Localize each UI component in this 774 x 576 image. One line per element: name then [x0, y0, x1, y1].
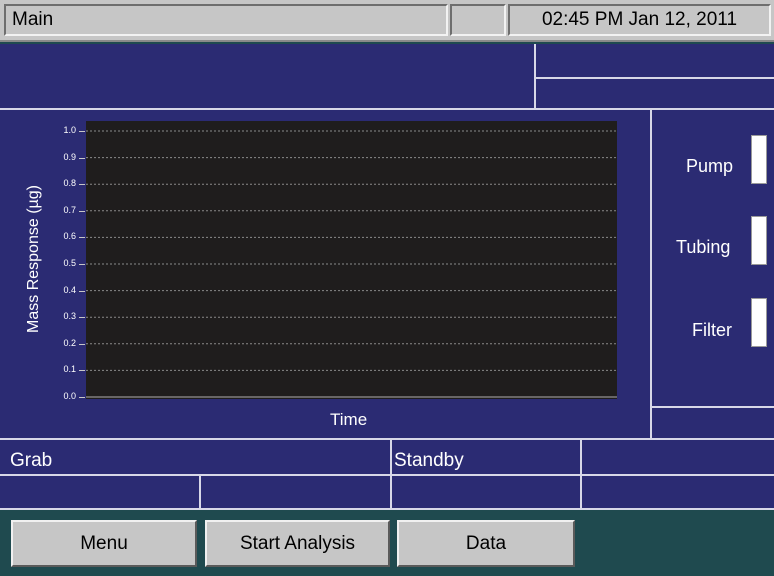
y-tick-mark: [79, 370, 85, 372]
y-axis-ticks: 0.0 0.1 0.2 0.3 0.4 0.5 0.6 0.7 0.8 0.9 1.0: [0, 0, 86, 438]
y-tick-mark: [79, 237, 85, 239]
chart-svg: [86, 130, 617, 398]
y-tick-mark: [79, 397, 85, 398]
y-tick-mark: [79, 317, 85, 319]
datetime-display: 02:45 PM Jan 12, 2011: [508, 4, 771, 36]
info-grid: [0, 438, 774, 510]
title-bar: Main 02:45 PM Jan 12, 2011: [0, 0, 774, 42]
filter-label: Filter: [692, 320, 732, 340]
divider: [652, 406, 774, 408]
y-tick-mark: [79, 343, 85, 345]
y-tick-mark: [79, 264, 85, 265]
divider: [536, 77, 774, 79]
y-tick-label: 0.8: [63, 178, 76, 189]
y-tick-label: 0.6: [63, 231, 76, 242]
filter-status-indicator: [751, 298, 767, 347]
y-tick-label: 0.9: [63, 151, 76, 162]
divider: [580, 440, 582, 510]
divider: [0, 508, 774, 510]
tubing-label: Tubing: [676, 237, 731, 257]
state-value: Standby: [394, 450, 464, 471]
pump-status-indicator: [751, 135, 767, 184]
divider: [0, 474, 774, 476]
y-tick-label: 0.1: [63, 364, 76, 375]
divider: [199, 476, 201, 510]
y-tick-mark: [79, 157, 85, 159]
y-tick-label: 0.3: [63, 311, 76, 322]
y-tick-label: 0.0: [63, 391, 76, 401]
y-tick-mark: [79, 290, 85, 292]
y-tick-label: 0.4: [63, 284, 76, 295]
y-tick-mark: [79, 131, 85, 132]
y-tick-label: 0.5: [63, 258, 76, 268]
menu-button[interactable]: Menu: [11, 520, 197, 567]
tubing-status-indicator: [751, 216, 767, 265]
y-axis-label: Mass Response (µg): [25, 185, 42, 333]
y-tick-label: 0.7: [63, 204, 76, 215]
mode-value: Grab: [10, 450, 53, 471]
info-strip: [0, 44, 774, 110]
chart-plot-area: [86, 121, 617, 399]
pump-label: Pump: [686, 156, 734, 176]
divider: [390, 440, 392, 510]
y-tick-mark: [79, 184, 85, 186]
status-indicator: [450, 4, 506, 36]
data-button[interactable]: Data: [397, 520, 575, 567]
start-analysis-button[interactable]: Start Analysis: [205, 520, 390, 567]
y-tick-label: 0.2: [63, 337, 76, 348]
y-tick-label: 1.0: [63, 125, 76, 135]
y-tick-mark: [79, 210, 85, 212]
x-axis-label: Time: [330, 410, 368, 429]
